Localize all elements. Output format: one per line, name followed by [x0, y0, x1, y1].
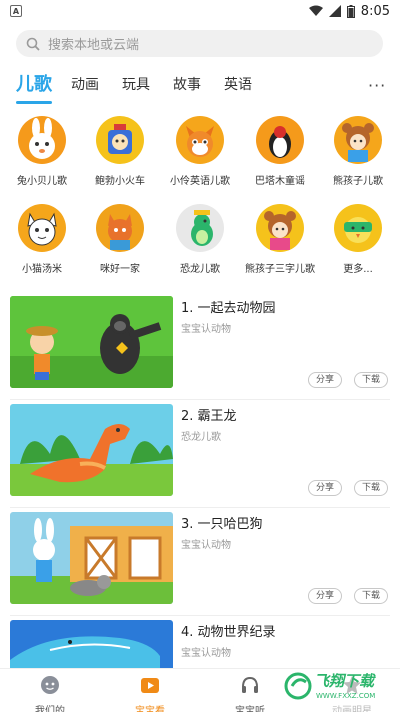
nav-label: 我们的: [35, 706, 65, 712]
nav-label: 宝宝听: [235, 706, 265, 712]
category-label: 鲍勃小火车: [95, 176, 145, 187]
video-title[interactable]: 2. 霸王龙: [181, 405, 237, 424]
category-label: 恐龙儿歌: [180, 264, 220, 275]
category-tuxiaobei[interactable]: 兔小贝儿歌: [2, 116, 82, 187]
video-subtitle: 宝宝认动物: [181, 324, 231, 335]
category-label: 兔小贝儿歌: [17, 176, 67, 187]
face-icon: [41, 676, 59, 694]
nav-women-de[interactable]: 我们的: [20, 675, 80, 712]
category-label: 小伶英语儿歌: [170, 176, 230, 187]
download-button[interactable]: 下载: [354, 372, 389, 388]
category-label: 熊孩子三字儿歌: [245, 264, 315, 275]
video-subtitle: 宝宝认动物: [181, 648, 231, 659]
kitten-avatar-icon: [96, 204, 144, 252]
category-xionghaizi[interactable]: 熊孩子儿歌: [318, 116, 398, 187]
share-button[interactable]: 分享: [308, 588, 343, 604]
category-batamu[interactable]: 巴塔木童谣: [240, 116, 320, 187]
more-tabs-icon[interactable]: ···: [368, 76, 386, 95]
category-grid: 兔小贝儿歌 鲍勃小火车 小伶英语儿歌 巴塔木童谣 熊孩子儿歌 小猫汤米 咪好一家…: [0, 110, 400, 286]
search-icon: [26, 37, 40, 51]
bear-kid-avatar-icon: [256, 204, 304, 252]
category-xionghaizi-sanzi[interactable]: 熊孩子三字儿歌: [240, 204, 320, 275]
watermark-url: WWW.FXXZ.COM: [316, 692, 376, 700]
tab-erge[interactable]: 儿歌: [16, 68, 52, 102]
status-time: 8:05: [360, 3, 390, 19]
status-bar: A 8:05: [0, 0, 400, 22]
video-subtitle: 宝宝认动物: [181, 540, 231, 551]
tab-gushi[interactable]: 故事: [173, 68, 201, 102]
tab-donghua[interactable]: 动画: [71, 68, 99, 102]
video-title[interactable]: 3. 一只哈巴狗: [181, 513, 263, 532]
category-xiaoling-english[interactable]: 小伶英语儿歌: [160, 116, 240, 187]
tab-yingyu[interactable]: 英语: [224, 68, 252, 102]
nav-baobao-kan[interactable]: 宝宝看: [120, 675, 180, 712]
video-subtitle: 恐龙儿歌: [181, 432, 221, 443]
category-tabs: 儿歌 动画 玩具 故事 英语 ···: [0, 68, 400, 106]
fox-avatar-icon: [176, 116, 224, 164]
nav-baobao-ting[interactable]: 宝宝听: [220, 675, 280, 712]
app-indicator-icon: A: [10, 5, 22, 17]
category-label: 更多...: [343, 264, 373, 275]
bear-kid-avatar-icon: [334, 116, 382, 164]
nav-label: 宝宝看: [135, 706, 165, 712]
video-thumbnail[interactable]: [10, 512, 173, 604]
share-button[interactable]: 分享: [308, 372, 343, 388]
watermark-logo: 飞翔下载 WWW.FXXZ.COM: [284, 668, 396, 708]
category-more[interactable]: 更多...: [318, 204, 398, 275]
active-tab-indicator: [16, 101, 52, 104]
dinosaur-avatar-icon: [176, 204, 224, 252]
video-thumbnail[interactable]: [10, 620, 173, 672]
cat-avatar-icon: [18, 204, 66, 252]
category-label: 咪好一家: [100, 264, 140, 275]
list-item[interactable]: 4. 动物世界纪录 宝宝认动物: [0, 616, 400, 672]
category-label: 小猫汤米: [22, 264, 62, 275]
battery-icon: [346, 4, 355, 18]
watermark-text: 飞翔下载: [314, 672, 375, 690]
tv-icon: [141, 678, 159, 693]
video-title[interactable]: 1. 一起去动物园: [181, 297, 276, 316]
wifi-icon: [308, 5, 323, 16]
list-item[interactable]: 3. 一只哈巴狗 宝宝认动物 分享 下载: [0, 508, 400, 616]
list-item[interactable]: 1. 一起去动物园 宝宝认动物 分享 下载: [0, 292, 400, 400]
category-mihao-family[interactable]: 咪好一家: [80, 204, 160, 275]
category-label: 熊孩子儿歌: [333, 176, 383, 187]
video-thumbnail[interactable]: [10, 404, 173, 496]
search-bar[interactable]: 搜索本地或云端: [16, 30, 383, 57]
category-tommy-cat[interactable]: 小猫汤米: [2, 204, 82, 275]
search-placeholder: 搜索本地或云端: [48, 38, 140, 53]
download-button[interactable]: 下载: [354, 480, 389, 496]
penguin-avatar-icon: [256, 116, 304, 164]
tab-wanju[interactable]: 玩具: [122, 68, 150, 102]
category-label: 巴塔木童谣: [255, 176, 305, 187]
train-avatar-icon: [96, 116, 144, 164]
video-title[interactable]: 4. 动物世界纪录: [181, 621, 276, 640]
download-button[interactable]: 下载: [354, 588, 389, 604]
category-bob-train[interactable]: 鲍勃小火车: [80, 116, 160, 187]
video-thumbnail[interactable]: [10, 296, 173, 388]
list-item[interactable]: 2. 霸王龙 恐龙儿歌 分享 下载: [0, 400, 400, 508]
category-dinosaur[interactable]: 恐龙儿歌: [160, 204, 240, 275]
chick-avatar-icon: [334, 204, 382, 252]
rabbit-avatar-icon: [18, 116, 66, 164]
headphone-icon: [242, 676, 258, 693]
share-button[interactable]: 分享: [308, 480, 343, 496]
signal-icon: [328, 5, 341, 17]
